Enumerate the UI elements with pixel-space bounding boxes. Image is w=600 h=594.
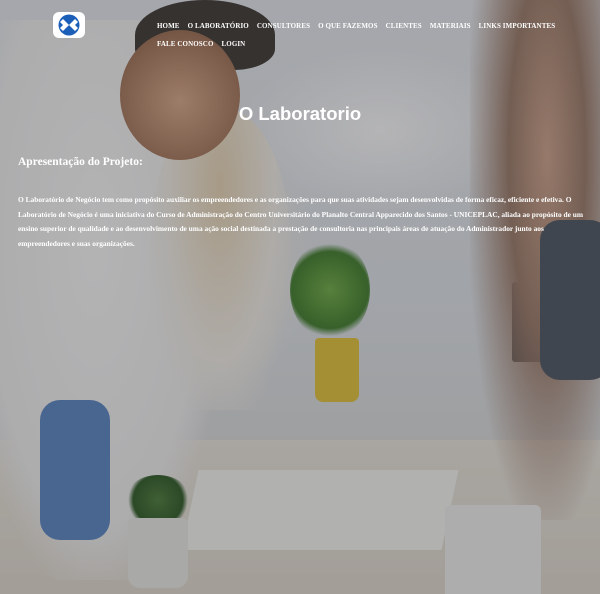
section-heading: Apresentação do Projeto: — [18, 156, 143, 168]
nav-item-login[interactable]: LOGIN — [222, 40, 246, 48]
nav-item-consultores[interactable]: CONSULTORES — [257, 22, 310, 30]
nav-item-links-importantes[interactable]: LINKS IMPORTANTES — [479, 22, 556, 30]
nav-item-fale-conosco[interactable]: FALE CONOSCO — [157, 40, 214, 48]
project-description: O Laboratório de Negócio tem como propós… — [18, 195, 583, 248]
site-logo[interactable] — [53, 12, 85, 38]
nav-item-o-que-fazemos[interactable]: O QUE FAZEMOS — [318, 22, 378, 30]
nav-item-clientes[interactable]: CLIENTES — [386, 22, 422, 30]
logo-icon — [58, 14, 80, 36]
nav-item-materiais[interactable]: MATERIAIS — [430, 22, 471, 30]
nav-item-home[interactable]: HOME — [157, 22, 180, 30]
hero-overlay — [0, 0, 600, 594]
page-title: O Laboratorio — [238, 103, 362, 124]
nav-item-o-laboratorio[interactable]: O LABORATÓRIO — [188, 22, 249, 30]
main-nav: HOME O LABORATÓRIO CONSULTORES O QUE FAZ… — [157, 22, 582, 48]
